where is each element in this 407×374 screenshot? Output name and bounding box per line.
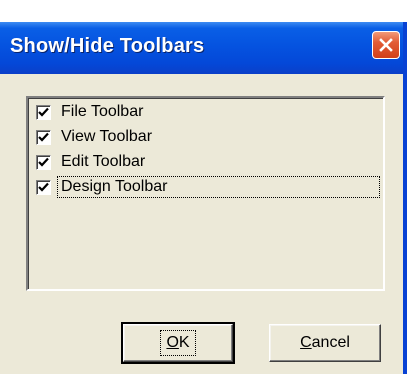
view-toolbar-checkbox[interactable]: [36, 129, 51, 145]
cancel-button[interactable]: Cancel: [269, 324, 381, 362]
list-item-edit-toolbar[interactable]: Edit Toolbar: [36, 150, 146, 174]
cancel-label-rest: ancel: [311, 334, 350, 351]
cancel-button-label: Cancel: [297, 333, 353, 353]
design-toolbar-checkbox[interactable]: [36, 179, 51, 195]
design-toolbar-label: Design Toolbar: [57, 176, 380, 198]
checkmark-icon: [38, 182, 49, 192]
edit-toolbar-checkbox[interactable]: [36, 154, 51, 170]
title-bar[interactable]: Show/Hide Toolbars: [0, 22, 403, 74]
list-item-view-toolbar[interactable]: View Toolbar: [36, 125, 153, 149]
checkmark-icon: [38, 157, 49, 167]
file-toolbar-checkbox[interactable]: [36, 104, 51, 120]
ok-label-rest: K: [178, 334, 190, 351]
show-hide-toolbars-dialog: Show/Hide Toolbars File Toolbar View Too…: [0, 22, 407, 374]
checkmark-icon: [38, 132, 49, 142]
view-toolbar-label: View Toolbar: [61, 128, 153, 145]
list-item-design-toolbar[interactable]: Design Toolbar: [36, 175, 380, 199]
close-button[interactable]: [372, 31, 400, 59]
ok-button[interactable]: OK: [121, 322, 235, 364]
ok-button-label: OK: [160, 330, 196, 356]
list-item-file-toolbar[interactable]: File Toolbar: [36, 100, 144, 124]
checkmark-icon: [38, 107, 49, 117]
toolbar-list[interactable]: File Toolbar View Toolbar Edit Toolbar D…: [26, 96, 385, 291]
edit-toolbar-label: Edit Toolbar: [61, 153, 146, 170]
close-icon: [379, 38, 393, 52]
window-title: Show/Hide Toolbars: [10, 35, 205, 57]
cancel-mnemonic: C: [300, 334, 312, 351]
ok-mnemonic: O: [166, 334, 179, 351]
file-toolbar-label: File Toolbar: [61, 103, 144, 120]
